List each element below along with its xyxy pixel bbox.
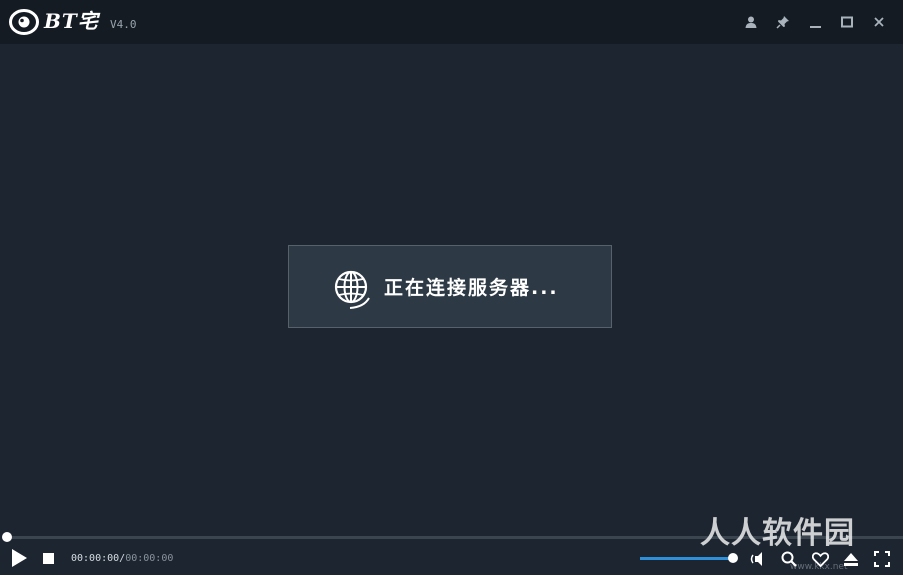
search-icon xyxy=(781,551,797,567)
pin-icon[interactable] xyxy=(773,12,793,32)
eject-icon xyxy=(844,552,858,566)
current-time: 00:00:00 xyxy=(71,553,120,564)
seek-handle[interactable] xyxy=(2,532,12,542)
close-icon[interactable] xyxy=(869,12,889,32)
fullscreen-icon xyxy=(874,551,890,567)
user-icon[interactable] xyxy=(741,12,761,32)
play-button[interactable] xyxy=(9,548,29,568)
title-bar[interactable]: BT宅 V4.0 xyxy=(0,0,903,44)
total-time: 00:00:00 xyxy=(125,553,174,564)
play-icon xyxy=(12,549,27,567)
connecting-message: 正在连接服务器... xyxy=(384,277,559,299)
fullscreen-button[interactable] xyxy=(872,550,892,568)
app-window: BT宅 V4.0 正在连接服务器... 00:00:00/00:00:00 人人… xyxy=(0,0,903,575)
watermark-text: 人人软件园 xyxy=(700,516,855,551)
stop-button[interactable] xyxy=(41,551,55,565)
stop-icon xyxy=(42,552,54,564)
app-name: BT宅 xyxy=(44,9,99,33)
search-button[interactable] xyxy=(779,550,799,568)
eject-button[interactable] xyxy=(841,550,861,568)
favorite-icon xyxy=(811,551,829,567)
maximize-icon[interactable] xyxy=(837,12,857,32)
connecting-dialog: 正在连接服务器... xyxy=(288,245,612,328)
favorite-button[interactable] xyxy=(810,550,830,568)
volume-slider[interactable] xyxy=(640,557,732,560)
globe-icon xyxy=(334,270,372,312)
time-display: 00:00:00/00:00:00 xyxy=(71,553,173,565)
volume-button[interactable] xyxy=(748,550,768,568)
logo-icon xyxy=(9,9,39,35)
volume-icon xyxy=(750,552,762,566)
minimize-icon[interactable] xyxy=(805,12,825,32)
volume-handle[interactable] xyxy=(728,553,738,563)
app-version: V4.0 xyxy=(110,18,137,31)
